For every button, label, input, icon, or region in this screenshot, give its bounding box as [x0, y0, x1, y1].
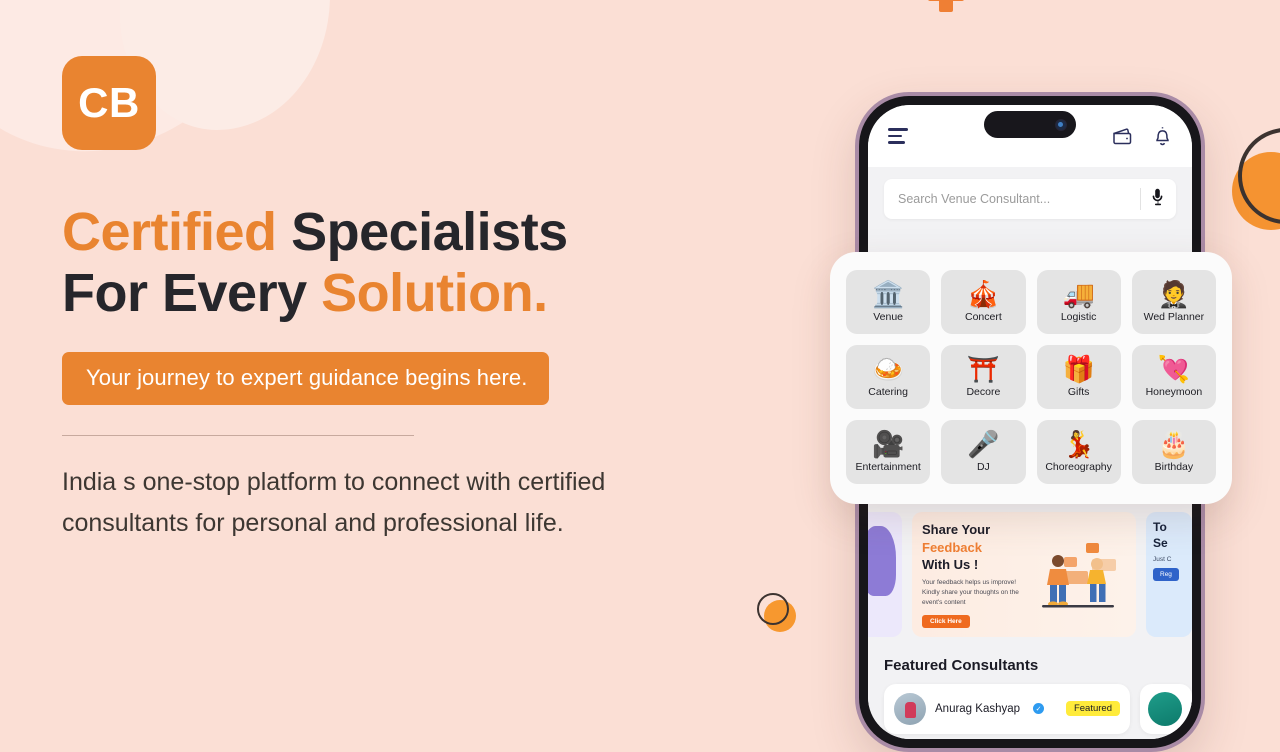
- hamburger-icon[interactable]: [888, 128, 908, 144]
- headline-specialists: Specialists: [291, 202, 568, 262]
- feedback-title-line2: With Us !: [922, 557, 979, 573]
- tagline-text: Your journey to expert guidance begins h…: [86, 365, 528, 391]
- concert-icon: 🎪: [967, 279, 1000, 309]
- consultant-list: Anurag Kashyap ✓ Featured: [868, 674, 1192, 734]
- category-label: Wed Planner: [1143, 311, 1205, 323]
- hero-subcopy: India s one-stop platform to connect wit…: [62, 468, 606, 538]
- wed-planner-icon: 🤵: [1157, 279, 1191, 309]
- category-item-choreography[interactable]: 💃 Choreography: [1036, 420, 1121, 484]
- search-zone: [868, 167, 1192, 219]
- feedback-title-prefix: Share Your: [922, 522, 991, 537]
- category-item-gifts[interactable]: 🎁 Gifts: [1036, 345, 1121, 409]
- outline-ring-decoration-small: [757, 593, 789, 625]
- category-label: Gifts: [1067, 386, 1090, 398]
- divider-line: [62, 435, 414, 437]
- gifts-icon: 🎁: [1062, 354, 1095, 384]
- bell-icon[interactable]: [1153, 126, 1172, 146]
- promo-blue-title-line2: Se: [1153, 535, 1168, 550]
- feedback-illustration: [1034, 539, 1126, 609]
- category-label: Honeymoon: [1145, 386, 1203, 398]
- catering-icon: 🍛: [871, 354, 905, 384]
- promo-blue-title-line1: To: [1153, 520, 1167, 534]
- category-item-venue[interactable]: 🏛️ Venue: [846, 270, 931, 334]
- avatar: [894, 692, 926, 725]
- headline-for-every: For Every: [62, 263, 307, 324]
- verified-badge-icon: ✓: [1033, 703, 1045, 715]
- featured-consultants-heading: Featured Consultants: [884, 656, 1039, 674]
- choreography-icon: 💃: [1062, 429, 1095, 459]
- app-topbar: [868, 105, 1192, 167]
- feedback-title-accent: Feedback: [922, 539, 982, 555]
- category-item-concert[interactable]: 🎪 Concert: [941, 270, 1026, 334]
- category-item-dj[interactable]: 🎤 DJ: [941, 420, 1026, 484]
- categories-panel: 🏛️ Venue 🎪 Concert 🚚 Logistic 🤵 Wed Planner 🍛 Cat…: [830, 252, 1232, 504]
- venue-icon: 🏛️: [871, 279, 905, 309]
- brand-logo-text: CB: [78, 79, 140, 126]
- feedback-subtext: Your feedback helps us improve! Kindly s…: [922, 578, 1019, 607]
- category-label: Logistic: [1060, 311, 1097, 323]
- categories-grid: 🏛️ Venue 🎪 Concert 🚚 Logistic 🤵 Wed Planner 🍛 Cat…: [846, 270, 1216, 484]
- category-item-decore[interactable]: ⛩️ Decore: [941, 345, 1026, 409]
- hero-section: CB Certified Specialists For Every Solut…: [62, 56, 722, 545]
- consultant-card[interactable]: Anurag Kashyap ✓ Featured: [884, 683, 1130, 734]
- category-item-wed-planner[interactable]: 🤵 Wed Planner: [1131, 270, 1216, 334]
- hamburger-line: [888, 128, 908, 131]
- feedback-banner[interactable]: Share Your Feedback With Us ! Your feedb…: [912, 512, 1136, 637]
- category-label: Birthday: [1154, 461, 1194, 473]
- category-item-catering[interactable]: 🍛 Catering: [846, 345, 931, 409]
- search-input[interactable]: [898, 192, 1140, 206]
- feedback-title: Share Your Feedback With Us !: [922, 521, 1030, 574]
- birthday-icon: 🎂: [1157, 429, 1191, 459]
- feedback-click-here-button[interactable]: Click Here: [922, 614, 970, 628]
- category-label: DJ: [976, 461, 990, 473]
- wallet-icon[interactable]: [1112, 127, 1133, 145]
- category-item-honeymoon[interactable]: 💘 Honeymoon: [1131, 345, 1216, 409]
- dynamic-island: [984, 111, 1076, 138]
- search-bar[interactable]: [884, 179, 1176, 219]
- promo-card-purple[interactable]: [868, 512, 902, 637]
- category-item-logistic[interactable]: 🚚 Logistic: [1036, 270, 1121, 334]
- camera-icon: [1055, 118, 1067, 131]
- promo-row: Share Your Feedback With Us ! Your feedb…: [868, 502, 1192, 637]
- tagline-badge: Your journey to expert guidance begins h…: [62, 352, 550, 406]
- dj-icon: 🎤: [967, 429, 1000, 459]
- promo-blue-button[interactable]: Reg: [1153, 568, 1179, 582]
- entertainment-icon: 🎥: [871, 429, 905, 459]
- category-label: Entertainment: [855, 461, 921, 473]
- decore-icon: ⛩️: [967, 354, 1000, 384]
- category-label: Choreography: [1045, 461, 1112, 473]
- category-item-birthday[interactable]: 🎂 Birthday: [1131, 420, 1216, 484]
- promo-blue-title: To Se: [1153, 520, 1185, 551]
- featured-tag: Featured: [1065, 701, 1120, 717]
- hamburger-line: [888, 134, 902, 138]
- category-item-entertainment[interactable]: 🎥 Entertainment: [846, 420, 931, 484]
- search-divider: [1140, 188, 1141, 210]
- headline-accent-solution: Solution.: [321, 263, 548, 324]
- consultant-name: Anurag Kashyap: [935, 702, 1021, 715]
- plus-shape-decoration: [928, 0, 964, 12]
- consultant-card[interactable]: [1140, 683, 1192, 734]
- headline-accent-certified: Certified: [62, 202, 277, 262]
- avatar: [1148, 691, 1182, 726]
- category-label: Venue: [873, 311, 904, 323]
- category-label: Concert: [964, 311, 1002, 323]
- brand-logo[interactable]: CB: [62, 56, 156, 150]
- topbar-actions: [1112, 126, 1172, 146]
- microphone-icon[interactable]: [1151, 188, 1164, 211]
- page-title: Certified Specialists For Every Solution…: [62, 202, 722, 324]
- promo-blue-subtext: Just C: [1153, 556, 1172, 564]
- category-label: Catering: [868, 386, 908, 398]
- honeymoon-icon: 💘: [1157, 354, 1191, 384]
- hamburger-line: [888, 141, 905, 144]
- promo-card-blue[interactable]: To Se Just C Reg: [1146, 512, 1192, 637]
- logistic-icon: 🚚: [1062, 279, 1095, 309]
- category-label: Decore: [966, 386, 1001, 398]
